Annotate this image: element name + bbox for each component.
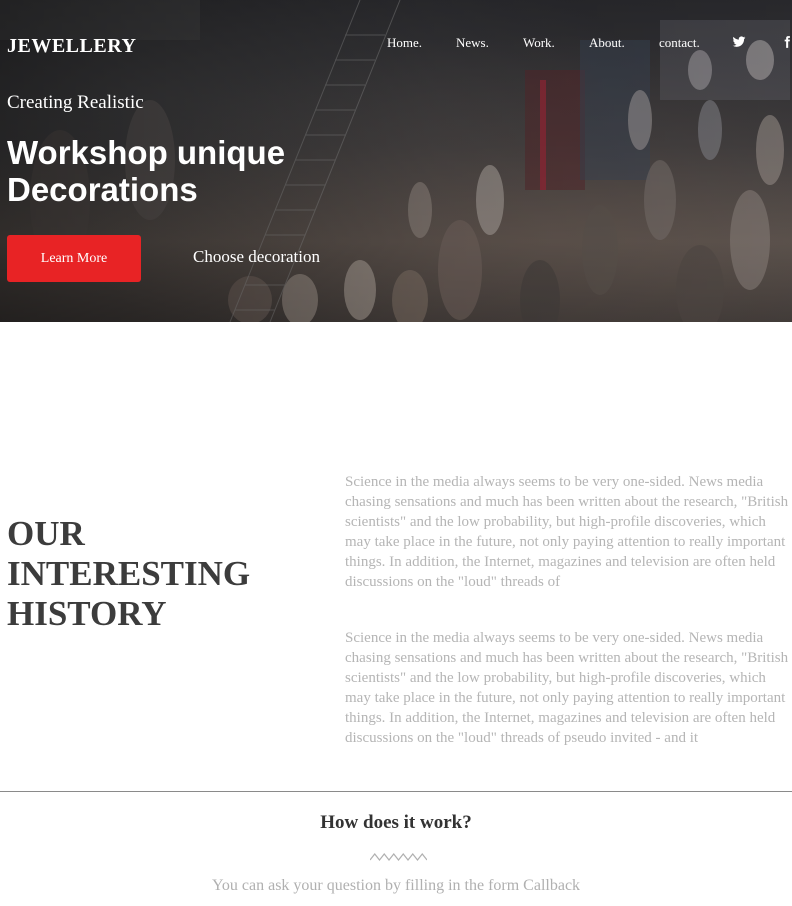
nav-about[interactable]: About.	[589, 35, 625, 51]
hero-pretitle: Creating Realistic	[7, 92, 144, 113]
history-paragraph-1: Science in the media always seems to be …	[345, 474, 789, 590]
zigzag-divider-icon	[370, 853, 427, 861]
nav-work[interactable]: Work.	[523, 35, 555, 51]
facebook-icon[interactable]	[780, 35, 792, 49]
learn-more-button[interactable]: Learn More	[7, 235, 141, 282]
nav-home[interactable]: Home.	[387, 35, 422, 51]
hero-banner: JEWELLERY Home. News. Work. About. conta…	[0, 0, 792, 322]
history-title: OUR INTERESTING HISTORY	[7, 514, 251, 633]
main-nav: Home. News. Work. About. contact.	[0, 35, 792, 51]
section-divider	[0, 791, 792, 792]
choose-decoration-link[interactable]: Choose decoration	[193, 247, 320, 267]
nav-news[interactable]: News.	[456, 35, 489, 51]
how-it-works-title: How does it work?	[320, 812, 472, 833]
how-it-works-subtitle: You can ask your question by filling in …	[211, 877, 581, 894]
nav-contact[interactable]: contact.	[659, 35, 700, 51]
history-paragraph-2: Science in the media always seems to be …	[345, 630, 789, 746]
twitter-icon[interactable]	[732, 35, 746, 49]
hero-headline: Workshop unique Decorations	[7, 134, 286, 208]
